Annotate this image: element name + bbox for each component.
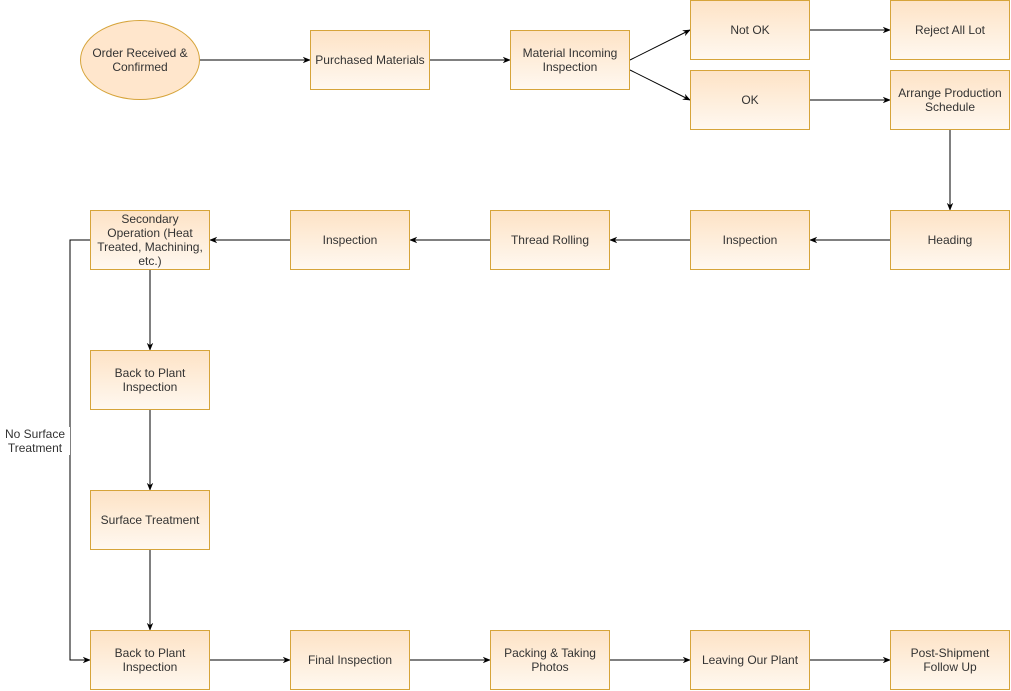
edge-incoming-to-notok bbox=[629, 29, 691, 61]
node-leaving-our-plant[interactable]: Leaving Our Plant bbox=[690, 630, 810, 690]
node-arrange-production-schedule[interactable]: Arrange Production Schedule bbox=[890, 70, 1010, 130]
node-packing-taking-photos[interactable]: Packing & Taking Photos bbox=[490, 630, 610, 690]
node-back-to-plant-inspection-2[interactable]: Back to Plant Inspection bbox=[90, 630, 210, 690]
edge-incoming-to-ok bbox=[629, 69, 691, 101]
node-surface-treatment[interactable]: Surface Treatment bbox=[90, 490, 210, 550]
node-label: OK bbox=[741, 93, 759, 107]
node-label: Heading bbox=[927, 233, 973, 247]
node-back-to-plant-inspection-1[interactable]: Back to Plant Inspection bbox=[90, 350, 210, 410]
node-label: Purchased Materials bbox=[315, 53, 425, 67]
node-post-shipment-follow-up[interactable]: Post-Shipment Follow Up bbox=[890, 630, 1010, 690]
node-label: Arrange Production Schedule bbox=[898, 86, 1002, 114]
node-final-inspection[interactable]: Final Inspection bbox=[290, 630, 410, 690]
node-label: Inspection bbox=[722, 233, 778, 247]
node-not-ok[interactable]: Not OK bbox=[690, 0, 810, 60]
node-order-received[interactable]: Order Received & Confirmed bbox=[80, 20, 200, 100]
node-label: Leaving Our Plant bbox=[701, 653, 799, 667]
node-heading[interactable]: Heading bbox=[890, 210, 1010, 270]
node-inspection-after-thread-rolling[interactable]: Inspection bbox=[290, 210, 410, 270]
node-label: Post-Shipment Follow Up bbox=[910, 646, 990, 674]
node-label: Reject All Lot bbox=[914, 23, 986, 37]
node-label: Final Inspection bbox=[307, 653, 393, 667]
node-label: Back to Plant Inspection bbox=[114, 646, 186, 674]
node-label: Thread Rolling bbox=[510, 233, 590, 247]
node-material-incoming-inspection[interactable]: Material Incoming Inspection bbox=[510, 30, 630, 90]
node-purchased-materials[interactable]: Purchased Materials bbox=[310, 30, 430, 90]
node-label: Secondary Operation (Heat Treated, Machi… bbox=[97, 212, 203, 268]
node-label: Packing & Taking Photos bbox=[504, 646, 596, 674]
node-secondary-operation[interactable]: Secondary Operation (Heat Treated, Machi… bbox=[90, 210, 210, 270]
node-label: Back to Plant Inspection bbox=[114, 366, 186, 394]
node-label: Not OK bbox=[730, 23, 770, 37]
node-label: Order Received & Confirmed bbox=[92, 46, 188, 74]
flowchart-canvas: Order Received & Confirmed Purchased Mat… bbox=[0, 0, 1011, 691]
edge-secondary-to-backplant2 bbox=[69, 239, 91, 664]
node-label: Inspection bbox=[322, 233, 378, 247]
node-label: Material Incoming Inspection bbox=[522, 46, 618, 74]
node-label: Surface Treatment bbox=[100, 513, 200, 527]
edges-layer bbox=[69, 26, 954, 664]
node-inspection-after-heading[interactable]: Inspection bbox=[690, 210, 810, 270]
node-reject-all-lot[interactable]: Reject All Lot bbox=[890, 0, 1010, 60]
edge-label-no-surface-treatment: No Surface Treatment bbox=[0, 427, 70, 455]
node-ok[interactable]: OK bbox=[690, 70, 810, 130]
node-thread-rolling[interactable]: Thread Rolling bbox=[490, 210, 610, 270]
